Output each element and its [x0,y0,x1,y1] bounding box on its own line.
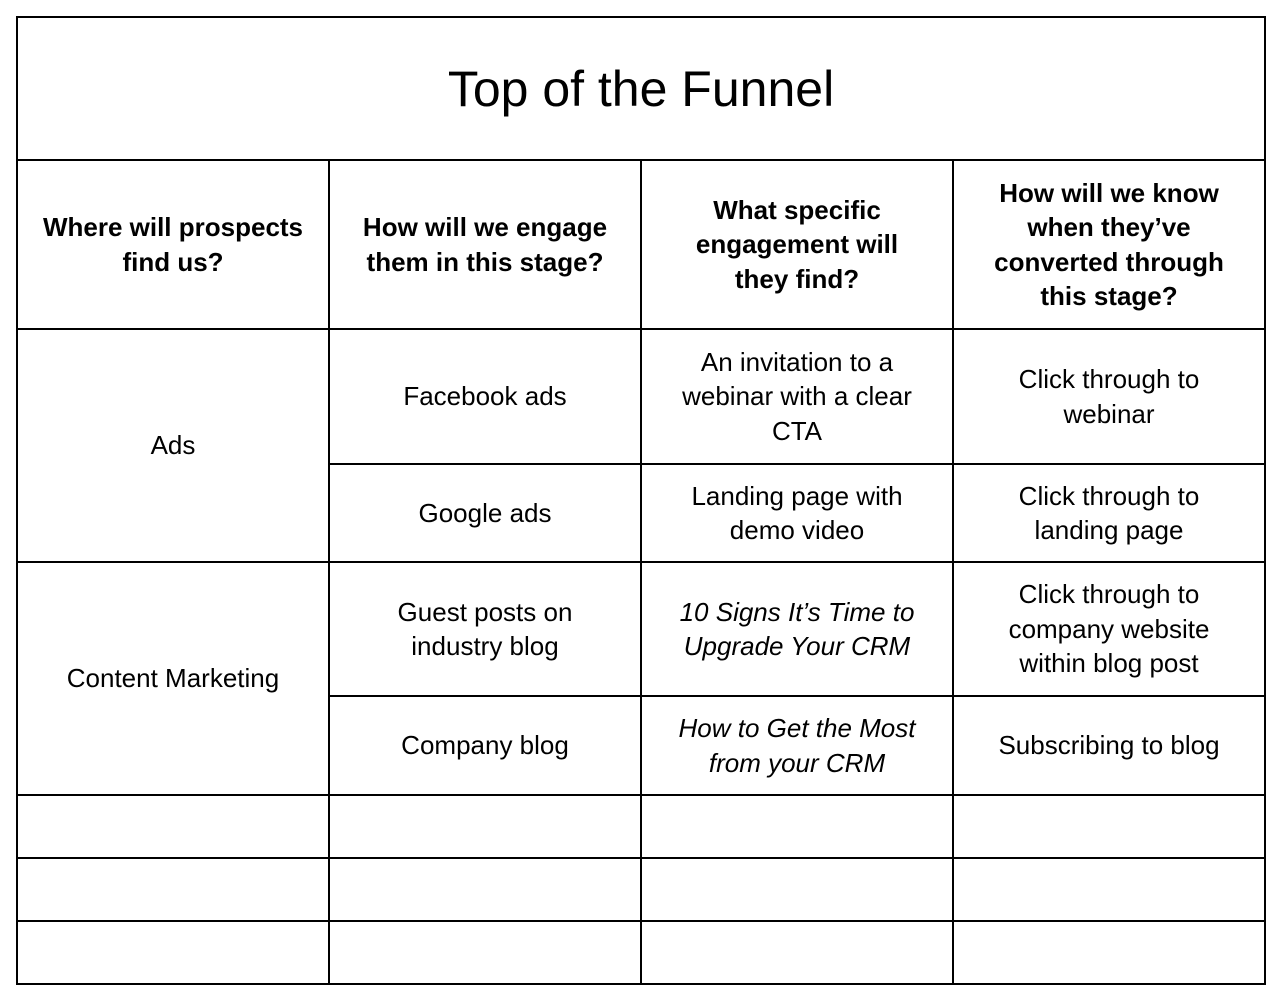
channel-cell: Content Marketing [16,561,330,796]
channel-cell: Ads [16,328,330,563]
converted-cell: Click through to landing page [951,463,1267,563]
table-row: Ads Facebook ads An invitation to a webi… [16,328,1267,563]
empty-cell [16,794,330,859]
empty-cell [16,857,330,922]
header-row: Where will prospects find us? How will w… [16,159,1267,330]
empty-cell [951,920,1267,985]
header-conversion-signal: How will we know when they’ve converted … [951,159,1267,330]
engage-cell: Company blog [328,695,642,796]
engage-cell: Facebook ads [328,328,642,465]
empty-cell [951,857,1267,922]
empty-row [16,920,1267,985]
top-of-funnel-table: Top of the Funnel Where will prospects f… [15,16,1267,985]
empty-cell [16,920,330,985]
empty-cell [328,857,642,922]
empty-cell [328,794,642,859]
converted-cell: Click through to company website within … [951,561,1267,697]
empty-cell [328,920,642,985]
empty-row [16,794,1267,859]
header-specific-engagement: What specific engagement will they find? [640,159,954,330]
specific-cell: How to Get the Most from your CRM [640,695,954,796]
specific-cell: 10 Signs It’s Time to Upgrade Your CRM [640,561,954,697]
converted-cell: Subscribing to blog [951,695,1267,796]
empty-row [16,857,1267,922]
empty-cell [640,794,954,859]
engage-cell: Google ads [328,463,642,563]
specific-cell: An invitation to a webinar with a clear … [640,328,954,465]
converted-cell: Click through to webinar [951,328,1267,465]
empty-cell [640,920,954,985]
engage-cell: Guest posts on industry blog [328,561,642,697]
empty-cell [640,857,954,922]
header-where-found: Where will prospects find us? [16,159,330,330]
specific-cell: Landing page with demo video [640,463,954,563]
table-row: Content Marketing Guest posts on industr… [16,561,1267,796]
table-title: Top of the Funnel [15,16,1267,161]
header-how-engage: How will we engage them in this stage? [328,159,642,330]
empty-cell [951,794,1267,859]
